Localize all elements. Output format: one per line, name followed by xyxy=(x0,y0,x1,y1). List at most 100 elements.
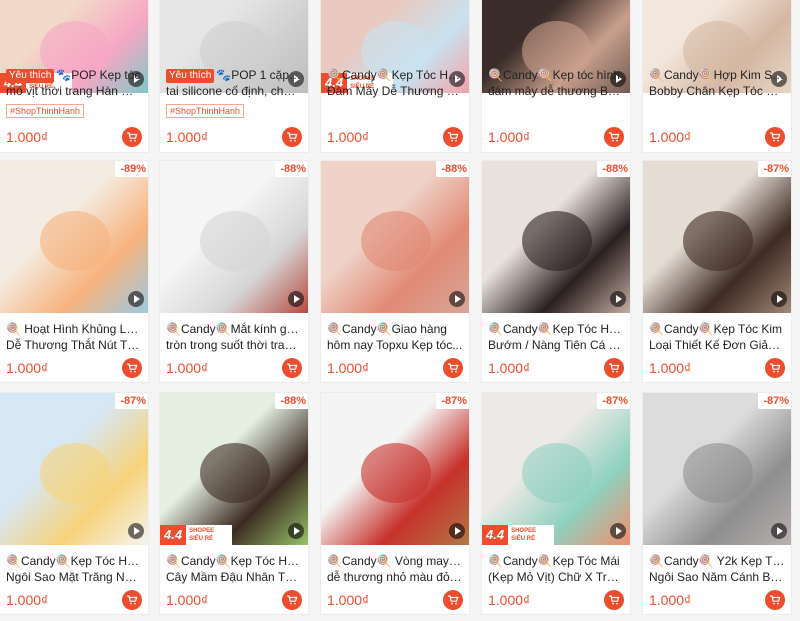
play-icon[interactable] xyxy=(128,523,144,539)
discount-badge: -89% xyxy=(115,161,148,177)
sale-event-label: SHOPEE SIÊU RẺ xyxy=(189,528,215,542)
cart-icon[interactable] xyxy=(765,590,785,610)
product-title[interactable]: 🍭 Hoạt Hình Khủng Long Dễ Thương Thắt Nút… xyxy=(6,321,142,353)
product-card[interactable]: -87% 🍭Candy🍭Kẹp Tóc Hình Ngôi Sao Mặt Trăn… xyxy=(0,392,149,615)
discount-badge: -88% xyxy=(275,161,308,177)
product-card[interactable]: 🍭Candy🍭Kẹp tóc hình đám mây dễ thương BA.… xyxy=(481,0,631,153)
product-image[interactable]: -88% 4.4 SHOPEE SIÊU RẺ xyxy=(160,393,308,545)
cart-icon[interactable] xyxy=(765,358,785,378)
product-card[interactable]: -88% 4.4 SHOPEE SIÊU RẺ 🍭Candy🍭Kẹp Tóc Hình… xyxy=(159,392,309,615)
product-image[interactable]: -88% xyxy=(482,161,630,313)
product-price: 1.000₫ xyxy=(327,360,370,376)
product-title-line2: Đám Mây Dễ Thương C... xyxy=(327,84,463,98)
product-title-line2: dễ thương nhỏ màu đỏ d... xyxy=(327,570,463,584)
product-image[interactable]: -88% xyxy=(321,161,469,313)
product-image[interactable]: -88% xyxy=(160,161,308,313)
product-card[interactable]: 🍭Candy🍭Hợp Kim Sóng Bobby Chân Kẹp Tóc Và… xyxy=(642,0,792,153)
product-title[interactable]: Yêu thích 🐾POP 1 cặp Cài tai silicone cố đ… xyxy=(166,67,302,99)
play-icon[interactable] xyxy=(128,291,144,307)
product-image[interactable]: -87% xyxy=(643,161,791,313)
product-card[interactable]: 4.4SHOPEE SIÊU RẺYêu thích🐾POP Kẹp tócmỏ… xyxy=(0,0,149,153)
product-title[interactable]: Yêu thích 🐾POP Kẹp tóc mỏ vịt thời trang H… xyxy=(6,67,142,99)
play-icon[interactable] xyxy=(771,291,787,307)
play-icon[interactable] xyxy=(610,523,626,539)
product-price: 1.000₫ xyxy=(488,360,531,376)
product-title[interactable]: 🍭Candy🍭Kẹp Tóc Kim Loại Thiết Kế Đơn Giản… xyxy=(649,321,785,353)
product-title[interactable]: 🍭Candy🍭Giao hàng hôm nay Topxu Kẹp tóc... xyxy=(327,321,463,353)
product-price: 1.000₫ xyxy=(166,129,209,145)
product-title-line1: 🍭Candy🍭Kẹp Tóc Kim xyxy=(649,322,783,336)
product-title[interactable]: 🍭Candy🍭 Y2k Kẹp Tóc Ngôi Sao Năm Cánh Bằn… xyxy=(649,553,785,585)
product-grid: 4.4SHOPEE SIÊU RẺYêu thích🐾POP Kẹp tócmỏ… xyxy=(0,0,800,621)
product-title-line2: Dễ Thương Thắt Nút Tóc... xyxy=(6,338,142,352)
product-card[interactable]: -87% 🍭Candy🍭 Y2k Kẹp Tóc Ngôi Sao Năm Cánh… xyxy=(642,392,792,615)
product-image[interactable]: -87% xyxy=(0,393,148,545)
cart-icon[interactable] xyxy=(443,127,463,147)
cart-icon[interactable] xyxy=(282,127,302,147)
product-card[interactable]: -87% 🍭Candy🍭Kẹp Tóc Kim Loại Thiết Kế Đơn … xyxy=(642,160,792,383)
product-title[interactable]: 🍭Candy🍭 Vòng may mắn dễ thương nhỏ màu đỏ… xyxy=(327,553,463,585)
play-icon[interactable] xyxy=(771,523,787,539)
product-price: 1.000₫ xyxy=(327,592,370,608)
discount-badge: -87% xyxy=(758,393,791,409)
product-card[interactable]: 4.4 SHOPEE SIÊU RẺ 🍭Candy🍭Kẹp Tóc Hình Đám … xyxy=(320,0,470,153)
product-title[interactable]: 🍭Candy🍭Kẹp Tóc Hình Đám Mây Dễ Thương C..… xyxy=(327,67,463,99)
shop-hashtag[interactable]: #ShopThinhHanh xyxy=(6,104,85,118)
product-card[interactable]: -87% 4.4 SHOPEE SIÊU RẺ 🍭Candy🍭Kẹp Tóc Mái (… xyxy=(481,392,631,615)
cart-icon[interactable] xyxy=(604,127,624,147)
product-image[interactable]: -87% xyxy=(321,393,469,545)
product-price: 1.000₫ xyxy=(649,360,692,376)
discount-badge: -88% xyxy=(436,161,469,177)
product-price: 1.000₫ xyxy=(649,129,692,145)
play-icon[interactable] xyxy=(610,291,626,307)
cart-icon[interactable] xyxy=(443,590,463,610)
product-title-line2: hôm nay Topxu Kẹp tóc... xyxy=(327,338,463,352)
sale-event-label: SHOPEE SIÊU RẺ xyxy=(511,528,537,542)
product-image[interactable]: -87% xyxy=(643,393,791,545)
product-card[interactable]: -89% 🍭 Hoạt Hình Khủng Long Dễ Thương Thắt… xyxy=(0,160,149,383)
cart-icon[interactable] xyxy=(765,127,785,147)
cart-icon[interactable] xyxy=(443,358,463,378)
sale-event-number: 4.4 xyxy=(482,525,509,545)
product-title-line2: (Kẹp Mỏ Vịt) Chữ X Trơn... xyxy=(488,570,624,584)
product-title[interactable]: 🍭Candy🍭Kẹp Tóc Hình Cây Mầm Đậu Nhân Tạo.… xyxy=(166,553,302,585)
shop-hashtag[interactable]: #ShopThinhHanh xyxy=(166,104,245,118)
product-title-line1: 🍭Candy🍭Kẹp Tóc Mái xyxy=(488,554,620,568)
product-title[interactable]: 🍭Candy🍭Kẹp Tóc Mái (Kẹp Mỏ Vịt) Chữ X Trơ… xyxy=(488,553,624,585)
product-price: 1.000₫ xyxy=(488,129,531,145)
cart-icon[interactable] xyxy=(122,590,142,610)
product-title-line1: 🍭Candy🍭Kẹp Tóc Hình xyxy=(6,554,142,568)
product-title[interactable]: 🍭Candy🍭Hợp Kim Sóng Bobby Chân Kẹp Tóc Và… xyxy=(649,67,785,99)
product-card[interactable]: -87% 🍭Candy🍭 Vòng may mắn dễ thương nhỏ mà… xyxy=(320,392,470,615)
product-image[interactable]: -87% 4.4 SHOPEE SIÊU RẺ xyxy=(482,393,630,545)
product-card[interactable]: -88% 🍭Candy🍭Mắt kính gọng tròn trong suốt … xyxy=(159,160,309,383)
cart-icon[interactable] xyxy=(604,358,624,378)
product-title-line2: tròn trong suốt thời trang... xyxy=(166,338,302,352)
product-title-line2: tai silicone cố định, chốn... xyxy=(166,84,302,98)
product-title[interactable]: 🍭Candy🍭Kẹp Tóc Hình Bướm / Nàng Tiên Cá M… xyxy=(488,321,624,353)
product-title-line2: Bướm / Nàng Tiên Cá M... xyxy=(488,338,624,352)
cart-icon[interactable] xyxy=(122,127,142,147)
play-icon[interactable] xyxy=(288,291,304,307)
product-card[interactable]: -88% 🍭Candy🍭Kẹp Tóc Hình Bướm / Nàng Tiên … xyxy=(481,160,631,383)
product-title-line1: 🍭Candy🍭Kẹp Tóc Hình xyxy=(327,68,463,82)
product-title-line1: 🐾POP Kẹp tóc xyxy=(56,68,141,82)
cart-icon[interactable] xyxy=(282,358,302,378)
product-image[interactable]: -89% xyxy=(0,161,148,313)
cart-icon[interactable] xyxy=(122,358,142,378)
favorite-tag: Yêu thích xyxy=(166,69,215,83)
play-icon[interactable] xyxy=(449,523,465,539)
product-card[interactable]: -88% 🍭Candy🍭Giao hàng hôm nay Topxu Kẹp tó… xyxy=(320,160,470,383)
product-card[interactable]: Yêu thích 🐾POP 1 cặp Cài tai silicone cố đ… xyxy=(159,0,309,153)
play-icon[interactable] xyxy=(449,291,465,307)
product-title[interactable]: 🍭Candy🍭Kẹp Tóc Hình Ngôi Sao Mặt Trăng Ng… xyxy=(6,553,142,585)
product-title-line1: 🍭Candy🍭Giao hàng xyxy=(327,322,447,336)
product-title-line1: 🍭 Hoạt Hình Khủng Long xyxy=(6,322,142,336)
cart-icon[interactable] xyxy=(282,590,302,610)
cart-icon[interactable] xyxy=(604,590,624,610)
play-icon[interactable] xyxy=(288,523,304,539)
product-title[interactable]: 🍭Candy🍭Mắt kính gọng tròn trong suốt thời… xyxy=(166,321,302,353)
product-price: 1.000₫ xyxy=(649,592,692,608)
product-title[interactable]: 🍭Candy🍭Kẹp tóc hình đám mây dễ thương BA.… xyxy=(488,67,624,99)
sale-event-badge: 4.4SHOPEE SIÊU RẺ xyxy=(482,525,554,545)
